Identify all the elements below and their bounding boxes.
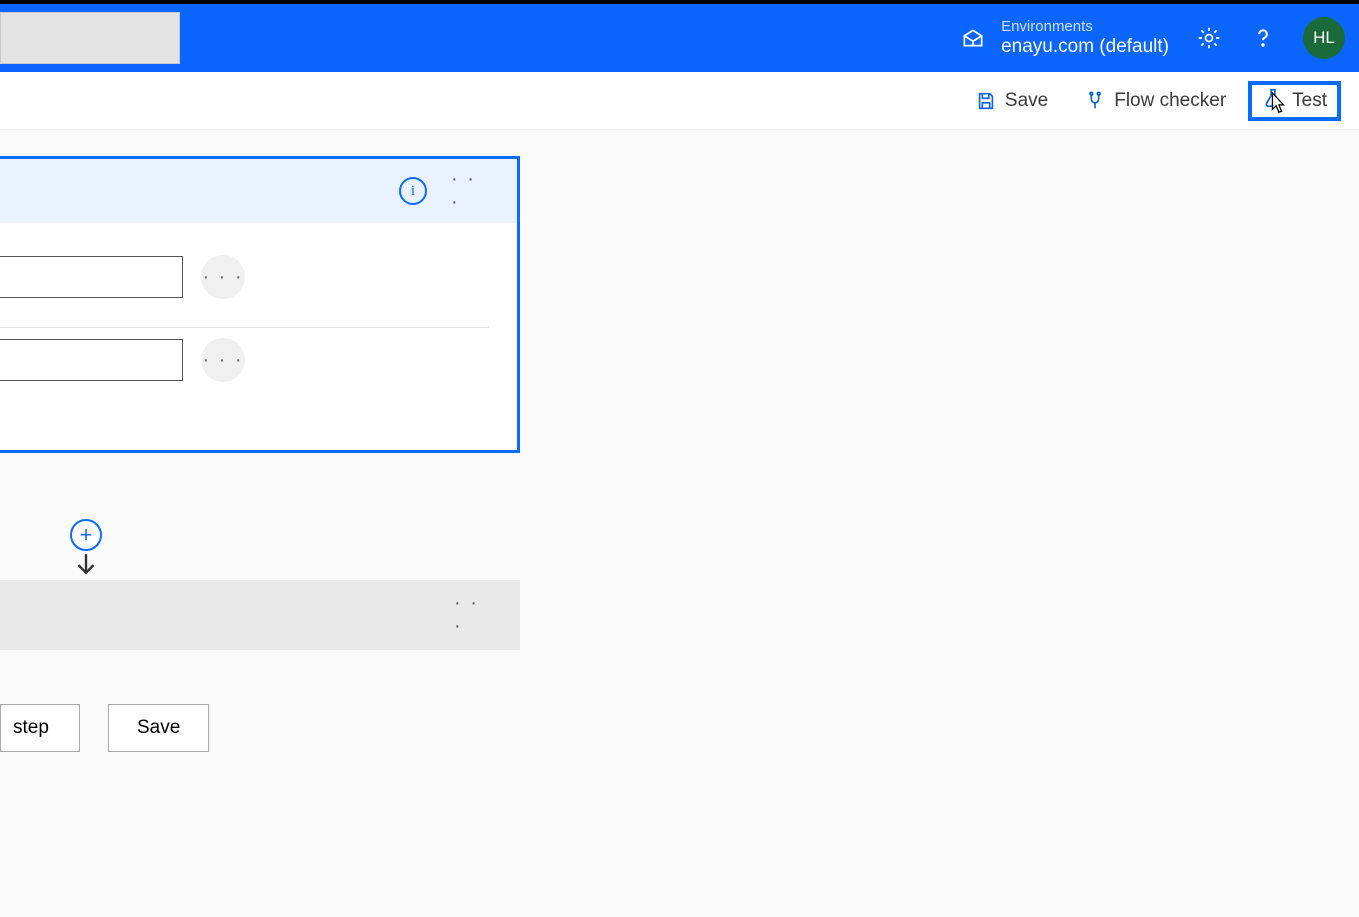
help-button[interactable] [1249, 24, 1277, 52]
environment-name: enayu.com (default) [1001, 36, 1169, 58]
settings-button[interactable] [1195, 24, 1223, 52]
flow-checker-label: Flow checker [1114, 90, 1226, 112]
info-icon[interactable]: i [399, 177, 427, 205]
step-connector: + [70, 519, 102, 582]
ellipsis-icon: · · · [202, 266, 243, 289]
trigger-card-body: · · · · · · [0, 223, 517, 450]
new-step-label: step [13, 717, 49, 739]
test-button[interactable]: Test [1248, 81, 1341, 121]
save-flow-button[interactable]: Save [108, 704, 209, 752]
trigger-input-row: · · · [0, 245, 489, 328]
delivery-method-input[interactable] [0, 256, 183, 298]
plus-icon: + [80, 522, 93, 548]
action-card[interactable]: · · · [0, 580, 520, 650]
environments-label: Environments [1001, 18, 1169, 35]
action-more-button[interactable]: · · · [454, 595, 494, 635]
trigger-more-button[interactable]: · · · [451, 171, 491, 211]
new-step-button[interactable]: step [0, 704, 80, 752]
environment-picker[interactable]: Environments enayu.com (default) [959, 18, 1169, 57]
command-bar: Save Flow checker Test [0, 72, 1359, 130]
environment-icon [959, 24, 987, 52]
add-step-button[interactable]: + [70, 519, 102, 551]
save-label: Save [1005, 90, 1048, 112]
field-more-button[interactable]: · · · [201, 255, 245, 299]
message-input[interactable] [0, 339, 183, 381]
ellipsis-icon: · · · [202, 349, 243, 372]
trigger-input-row: · · · [0, 328, 489, 410]
cursor-icon [1266, 91, 1288, 115]
ellipsis-icon: · · · [454, 592, 494, 638]
header-right-cluster: Environments enayu.com (default) HL [959, 4, 1345, 72]
save-flow-label: Save [137, 717, 180, 739]
app-title-box[interactable] [0, 12, 180, 64]
bottom-button-row: step Save [0, 704, 209, 752]
save-button[interactable]: Save [961, 81, 1062, 121]
ellipsis-icon: · · · [451, 168, 491, 214]
trigger-card-header: i · · · [0, 159, 517, 223]
app-header: Environments enayu.com (default) HL [0, 4, 1359, 72]
flask-icon [1262, 87, 1284, 115]
flow-checker-button[interactable]: Flow checker [1070, 81, 1240, 121]
field-more-button[interactable]: · · · [201, 338, 245, 382]
trigger-card[interactable]: i · · · · · · · · · [0, 156, 520, 453]
flow-canvas[interactable]: i · · · · · · · · · + [0, 130, 1359, 917]
test-label: Test [1292, 90, 1327, 112]
arrow-down-icon [73, 551, 99, 582]
avatar-initials: HL [1313, 28, 1335, 48]
user-avatar[interactable]: HL [1303, 17, 1345, 59]
